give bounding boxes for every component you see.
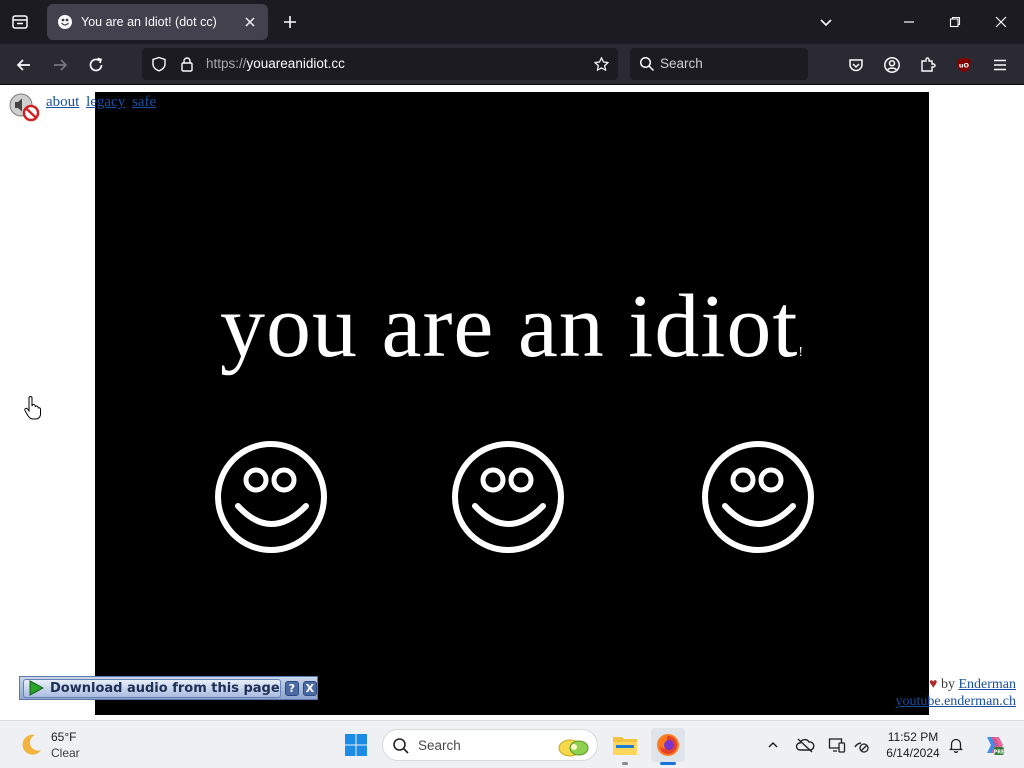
windows-start-icon[interactable] [340, 729, 372, 761]
url-host: youareanidiot.cc [246, 56, 345, 71]
download-audio-label: Download audio from this page [50, 680, 280, 696]
credit: ♥ by Enderman youtube.enderman.ch [895, 676, 1016, 710]
clock-date[interactable]: 6/14/2024 [884, 746, 942, 760]
clock-time[interactable]: 11:52 PM [884, 730, 942, 744]
tab-title: You are an Idiot! (dot cc) [81, 15, 217, 29]
download-audio-button[interactable]: Download audio from this page [23, 678, 281, 698]
tab-list-icon[interactable] [6, 8, 34, 36]
forward-arrow-icon[interactable] [45, 50, 75, 80]
chevron-up-icon[interactable] [763, 735, 783, 755]
lock-icon[interactable] [178, 55, 196, 73]
ublock-icon[interactable]: uO [949, 50, 979, 80]
credit-by: by [940, 677, 955, 692]
network-disconnected-icon[interactable] [851, 735, 871, 755]
onedrive-offline-icon[interactable] [795, 735, 815, 755]
hand-cursor-icon [24, 396, 41, 420]
active-tab[interactable]: You are an Idiot! (dot cc) [47, 4, 268, 40]
restore-icon[interactable] [932, 0, 978, 44]
account-icon[interactable] [877, 50, 907, 80]
back-arrow-icon[interactable] [9, 50, 39, 80]
windows-taskbar: 65°F Clear Search 11:52 PM 6/14/2024 PRE [0, 720, 1024, 768]
weather-temp[interactable]: 65°F [51, 730, 76, 744]
heart-icon: ♥ [929, 677, 938, 692]
star-icon[interactable] [592, 55, 610, 73]
new-tab-plus-icon[interactable] [276, 8, 304, 36]
search-bar[interactable]: Search [630, 48, 808, 80]
top-links: about legacy safe [46, 94, 159, 111]
svg-text:PRE: PRE [994, 749, 1005, 755]
running-indicator [622, 762, 628, 765]
firefox-icon[interactable] [651, 728, 685, 765]
svg-text:uO: uO [959, 62, 970, 70]
headline-text: you are an idiot [220, 277, 799, 376]
legacy-link[interactable]: legacy [86, 94, 125, 110]
close-icon[interactable]: X [302, 680, 317, 696]
search-highlight-lemon-icon [558, 739, 589, 757]
close-window-icon[interactable] [978, 0, 1024, 44]
pocket-icon[interactable] [841, 50, 871, 80]
download-audio-bar: Download audio from this page ? X [19, 676, 318, 700]
page-content: you are an idiot! about legacy safe Down… [0, 86, 1024, 720]
hamburger-menu-icon[interactable] [985, 50, 1015, 80]
smiley-face-icon [215, 441, 327, 553]
file-explorer-icon[interactable] [608, 728, 642, 765]
credit-site-link[interactable]: youtube.enderman.ch [895, 694, 1016, 709]
search-icon [638, 55, 656, 73]
active-indicator [660, 762, 676, 765]
headline-mark: ! [798, 345, 804, 360]
credit-line: ♥ by Enderman [895, 676, 1016, 693]
smiley-icon [57, 14, 73, 30]
close-tab-icon[interactable] [240, 12, 260, 32]
taskbar-search-placeholder: Search [418, 738, 461, 753]
copilot-icon[interactable]: PRE [980, 732, 1006, 758]
display-icon[interactable] [827, 735, 847, 755]
shield-icon[interactable] [150, 55, 168, 73]
tab-strip: You are an Idiot! (dot cc) [0, 0, 1024, 44]
taskbar-search[interactable]: Search [382, 729, 598, 761]
moon-icon[interactable] [18, 732, 44, 758]
play-icon [29, 680, 44, 696]
smiley-face-icon [452, 441, 564, 553]
list-all-tabs-chevron-down-icon[interactable] [812, 8, 840, 36]
smiley-face-icon [702, 441, 814, 553]
search-icon [393, 738, 409, 754]
extensions-icon[interactable] [913, 50, 943, 80]
credit-author-link[interactable]: Enderman [958, 677, 1016, 692]
about-link[interactable]: about [46, 94, 79, 110]
muted-speaker-icon[interactable] [8, 92, 40, 122]
url-bar[interactable]: https://youareanidiot.cc [142, 48, 618, 80]
safe-link[interactable]: safe [132, 94, 156, 110]
headline: you are an idiot! [95, 282, 929, 372]
minimize-icon[interactable] [886, 0, 932, 44]
url-text[interactable]: https://youareanidiot.cc [206, 56, 345, 71]
search-placeholder: Search [660, 56, 703, 71]
weather-condition[interactable]: Clear [51, 746, 80, 760]
notification-bell-icon[interactable] [946, 735, 966, 755]
black-stage: you are an idiot! [95, 92, 929, 715]
help-icon[interactable]: ? [284, 680, 299, 696]
navigation-toolbar: https://youareanidiot.cc Search uO [0, 44, 1024, 85]
url-scheme: https:// [206, 56, 247, 71]
reload-icon[interactable] [81, 50, 111, 80]
